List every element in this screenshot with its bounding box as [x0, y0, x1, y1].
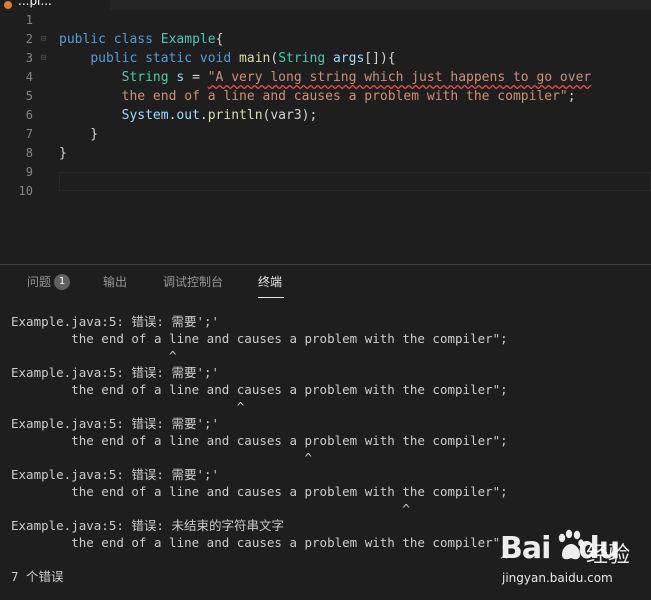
terminal-line: the end of a line and causes a problem w… — [11, 382, 508, 397]
code-token: = — [184, 70, 208, 85]
code-text: public class Example{ — [59, 30, 223, 49]
code-token: void — [199, 51, 232, 66]
java-file-icon — [4, 1, 12, 9]
terminal-line: the end of a line and causes a problem w… — [11, 433, 508, 448]
code-token: main — [239, 51, 271, 66]
tab-debug-console[interactable]: 调试控制台 — [163, 274, 223, 290]
line-number: 5 — [25, 89, 33, 103]
tab-problems-label: 问题 — [27, 275, 52, 289]
baidu-paw-icon — [558, 529, 584, 560]
code-token: System — [121, 108, 169, 123]
line-number: 2 — [25, 32, 33, 46]
fold-icon[interactable]: ⊟ — [41, 49, 46, 68]
baidu-jingyan-watermark: Bai du 经验 jingyan.baidu.com — [500, 527, 650, 597]
code-text: } — [59, 144, 67, 163]
line-number: 10 — [18, 184, 33, 198]
code-line[interactable]: 4 String s = "A very long string which j… — [0, 68, 651, 87]
line-number: 4 — [25, 70, 33, 84]
code-token: args — [332, 51, 365, 66]
code-line[interactable]: 10 — [0, 182, 651, 201]
active-tab-indicator — [258, 297, 284, 298]
terminal-line: the end of a line and causes a problem w… — [11, 331, 508, 346]
code-text: public static void main(String args[]){ — [59, 49, 396, 68]
code-line[interactable]: 9 — [0, 163, 651, 182]
tab-output[interactable]: 输出 — [103, 274, 127, 290]
code-token: public — [90, 51, 138, 66]
terminal-line: ^ — [11, 450, 313, 465]
terminal-line: Example.java:5: 错误: 需要';' — [11, 416, 220, 431]
code-line[interactable]: 6 System.out.println(var3); — [0, 106, 651, 125]
code-token: (var3); — [262, 108, 318, 123]
editor-tab-strip: ...pl... — [0, 0, 651, 10]
line-number: 6 — [25, 108, 33, 122]
code-line[interactable]: 5 the end of a line and causes a problem… — [0, 87, 651, 106]
code-token: String — [121, 70, 169, 85]
terminal-line: the end of a line and causes a problem w… — [11, 484, 508, 499]
code-token: ; — [567, 89, 576, 104]
line-number: 1 — [25, 13, 33, 27]
code-line[interactable]: 7 } — [0, 125, 651, 144]
code-editor[interactable]: 1 2 ⊟ public class Example{3 ⊟ public static… — [0, 10, 651, 264]
editor-tab-label: ...pl... — [18, 0, 52, 8]
code-token: []){ — [364, 51, 396, 66]
watermark-jingyan-text: 经验 — [586, 543, 631, 568]
editor-tab[interactable]: ...pl... — [0, 0, 110, 10]
code-text: String s = "A very long string which jus… — [59, 68, 592, 87]
terminal-line: ^ — [11, 348, 177, 363]
code-token: Example — [160, 32, 216, 47]
tab-problems[interactable]: 问题 1 — [27, 274, 71, 290]
terminal-line: ^ — [11, 501, 410, 516]
terminal-line: Example.java:5: 错误: 需要';' — [11, 467, 220, 482]
code-token: class — [113, 32, 153, 47]
line-number: 8 — [25, 146, 33, 160]
terminal-line: Example.java:5: 错误: 需要';' — [11, 314, 220, 329]
panel-tab-bar: 问题 1 输出 调试控制台 终端 — [0, 265, 651, 301]
code-token: String — [278, 51, 326, 66]
terminal-line: ^ — [11, 399, 245, 414]
terminal-line: Example.java:5: 错误: 需要';' — [11, 365, 220, 380]
code-line[interactable]: 3 ⊟ public static void main(String args[]… — [0, 49, 651, 68]
problems-count-badge: 1 — [54, 274, 71, 290]
code-token: . — [199, 108, 208, 123]
watermark-url: jingyan.baidu.com — [502, 571, 613, 585]
line-number: 9 — [25, 165, 33, 179]
code-token: out — [176, 108, 200, 123]
code-token: ( — [270, 51, 279, 66]
code-line[interactable]: 8} — [0, 144, 651, 163]
code-line[interactable]: 1 — [0, 11, 651, 30]
fold-icon[interactable]: ⊟ — [41, 30, 46, 49]
code-token: } — [59, 146, 67, 161]
code-token: } — [59, 127, 99, 142]
code-token: static — [145, 51, 193, 66]
code-token: println — [207, 108, 263, 123]
line-number: 3 — [25, 51, 33, 65]
code-token: "A very long string which just happens t… — [207, 70, 592, 85]
code-text: System.out.println(var3); — [59, 106, 318, 125]
code-text: the end of a line and causes a problem w… — [59, 87, 576, 106]
code-text: } — [59, 125, 98, 144]
line-number: 7 — [25, 127, 33, 141]
code-token: public — [59, 32, 106, 47]
code-token: the end of a line and causes a problem w… — [121, 89, 568, 104]
code-token: { — [215, 32, 224, 47]
code-line[interactable]: 2 ⊟ public class Example{ — [0, 30, 651, 49]
tab-terminal[interactable]: 终端 — [258, 274, 282, 290]
